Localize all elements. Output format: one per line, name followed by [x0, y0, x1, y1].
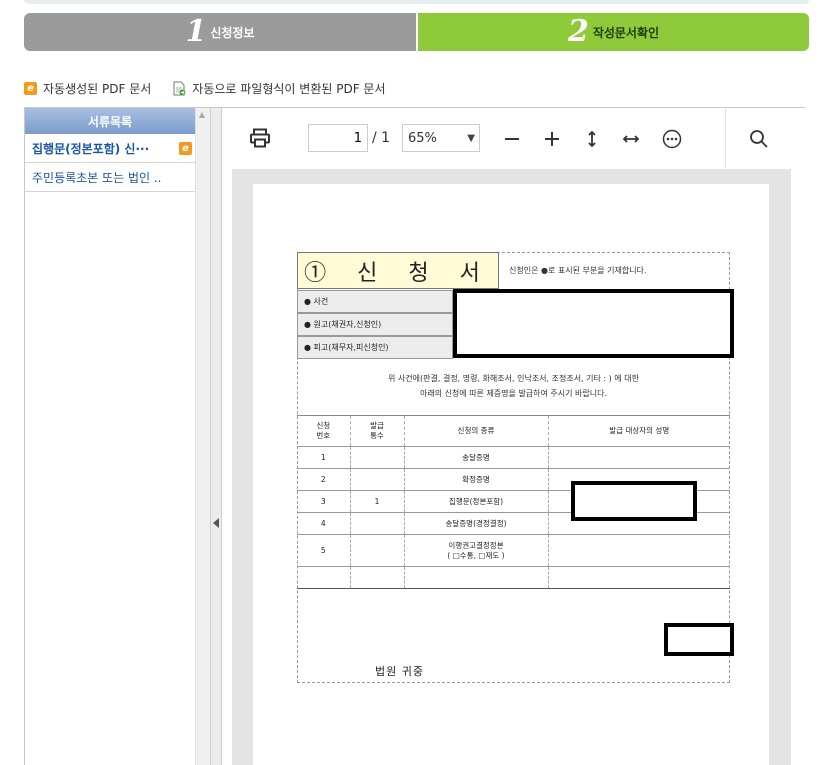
table-cell: 확정증명 — [404, 468, 549, 491]
table-cell — [350, 534, 405, 567]
table-cell: 송달증명(경정결정) — [404, 512, 549, 535]
e-doc-icon: e — [179, 142, 192, 155]
toolbar-divider — [725, 108, 726, 168]
scroll-up-arrow-icon[interactable]: ▲ — [196, 110, 208, 120]
table-cell: 집행문(정본포함) — [404, 490, 549, 513]
table-header: 신청 번호 — [297, 415, 351, 447]
court-addressee: 법원 귀중 — [375, 665, 424, 678]
fit-height-icon[interactable] — [580, 127, 604, 151]
table-cell — [350, 446, 405, 469]
step-2-document-check: 2 작성문서확인 — [418, 13, 809, 51]
table-cell — [548, 446, 730, 469]
search-icon[interactable] — [747, 127, 771, 151]
table-cell — [404, 566, 549, 589]
top-band — [24, 0, 809, 4]
table-header: 신청의 종류 — [404, 415, 549, 447]
step-1-apply-info: 1 신청정보 — [24, 13, 416, 51]
legend-converted-pdf: 자동으로 파일형식이 변환된 PDF 문서 — [192, 81, 386, 96]
redaction-box — [571, 481, 697, 521]
collapse-left-arrow-icon[interactable] — [213, 518, 219, 528]
table-cell — [350, 566, 405, 589]
table-cell: 3 — [297, 490, 351, 513]
form-hint: 신청인은 ●로 표시된 부분을 기재합니다. — [509, 266, 647, 275]
zoom-out-icon[interactable] — [500, 127, 524, 151]
document-list-item[interactable]: 집행문(정본포함) 신··· e — [25, 134, 195, 163]
converted-doc-icon — [173, 81, 186, 96]
table-cell — [350, 512, 405, 535]
table-cell: 4 — [297, 512, 351, 535]
table-header: 발급 대상자의 성명 — [548, 415, 730, 447]
table-cell: 1 — [350, 490, 405, 513]
page-total: / 1 — [372, 130, 391, 146]
form-title: ① 신 청 서 — [297, 252, 499, 289]
zoom-value: 65% — [408, 130, 437, 146]
field-plaintiff: ● 원고(채권자,신청인) — [297, 313, 453, 336]
table-cell: 이행권고결정정본 ( □수통, □재도 ) — [404, 534, 549, 567]
table-cell: 1 — [297, 446, 351, 469]
document-list-item-label: 주민등록초본 또는 법인 .. — [32, 170, 162, 185]
redaction-box — [664, 623, 734, 656]
step-label: 신청정보 — [210, 25, 255, 40]
table-row: 1 송달증명 — [297, 446, 730, 469]
form-note: 위 사건에(판결, 결정, 명령, 화해조서, 인낙조서, 조정조서, 기타 :… — [388, 374, 639, 383]
legend-auto-pdf: 자동생성된 PDF 문서 — [43, 81, 152, 96]
field-case: ● 사건 — [297, 290, 453, 313]
table-cell: 5 — [297, 534, 351, 567]
e-doc-icon: e — [24, 81, 37, 95]
document-list-header: 서류목록 — [25, 108, 195, 134]
zoom-select[interactable]: 65% ▼ — [402, 124, 480, 152]
table-cell — [548, 566, 730, 589]
step-number: 1 — [185, 14, 207, 49]
field-defendant: ● 피고(채무자,피신청인) — [297, 336, 453, 359]
zoom-in-icon[interactable] — [540, 127, 564, 151]
table-cell: 송달증명 — [404, 446, 549, 469]
document-list-item-label: 집행문(정본포함) 신··· — [32, 141, 150, 156]
print-icon[interactable] — [248, 126, 272, 150]
document-list-scrollbar[interactable] — [195, 108, 210, 765]
document-list: 서류목록 집행문(정본포함) 신··· e 주민등록초본 또는 법인 .. — [25, 108, 195, 765]
more-options-icon[interactable] — [660, 127, 684, 151]
table-cell — [350, 468, 405, 491]
form-note: 아래의 신청에 따른 제증명을 발급하여 주시기 바랍니다. — [419, 389, 608, 398]
document-list-item[interactable]: 주민등록초본 또는 법인 .. — [25, 163, 195, 192]
table-cell: 2 — [297, 468, 351, 491]
redaction-box — [453, 289, 734, 358]
step-number: 2 — [567, 14, 589, 49]
step-label: 작성문서확인 — [592, 25, 660, 40]
table-cell — [297, 566, 351, 589]
table-row: 5 이행권고결정정본 ( □수통, □재도 ) — [297, 534, 730, 567]
chevron-down-icon: ▼ — [467, 133, 475, 144]
table-row — [297, 566, 730, 589]
panel-splitter[interactable] — [210, 108, 222, 765]
fit-width-icon[interactable] — [619, 127, 643, 151]
table-cell — [548, 534, 730, 567]
legend: e 자동생성된 PDF 문서 자동으로 파일형식이 변환된 PDF 문서 — [24, 79, 408, 97]
table-header: 발급 통수 — [350, 415, 405, 447]
page-number-input[interactable] — [308, 124, 368, 152]
